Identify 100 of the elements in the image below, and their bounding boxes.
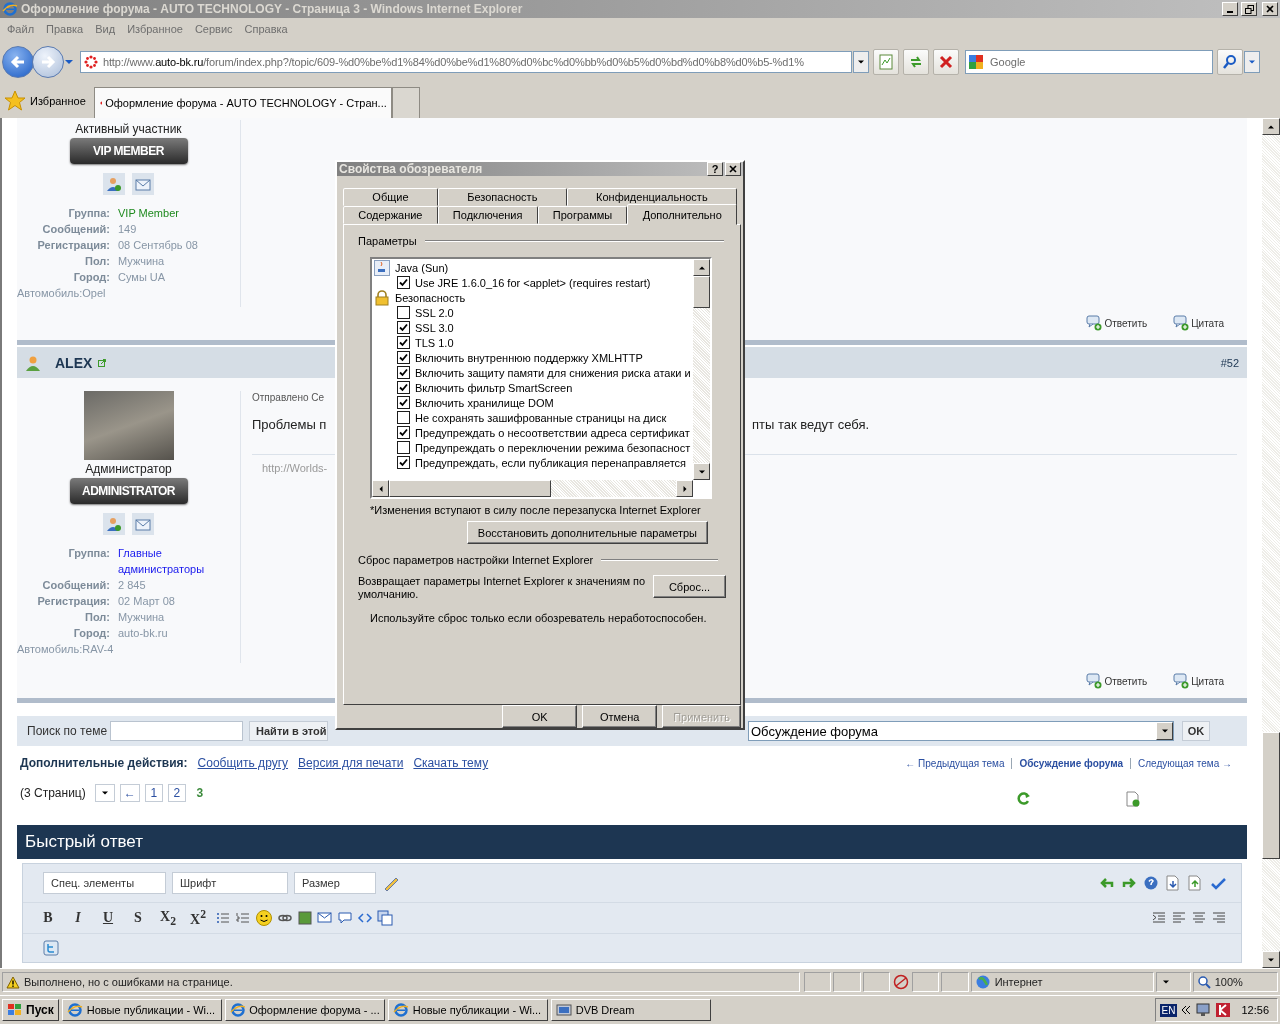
add-friend-button[interactable]	[103, 173, 125, 195]
new-tab-button[interactable]	[391, 87, 420, 118]
dialog-tab[interactable]: Подключения	[437, 206, 538, 224]
quote-button[interactable]: Цитата	[1173, 673, 1224, 689]
quote-bubble-icon[interactable]	[337, 910, 353, 926]
dialog-tab[interactable]: Общие	[343, 188, 438, 206]
editor-select[interactable]: Размер	[294, 872, 376, 894]
page-menu-button[interactable]	[94, 784, 115, 802]
checkbox[interactable]	[397, 456, 410, 469]
external-link-icon[interactable]	[98, 358, 107, 367]
scroll-left-button[interactable]	[372, 480, 389, 497]
checkbox[interactable]	[397, 321, 410, 334]
stop-button[interactable]	[933, 49, 959, 75]
topic-nav-link[interactable]: Следующая тема →	[1130, 757, 1239, 769]
refresh-button[interactable]	[903, 49, 929, 75]
taskbar-button[interactable]: DVB Dream	[550, 999, 711, 1021]
page-link[interactable]: 2	[167, 784, 186, 802]
go-button[interactable]: OK	[1182, 721, 1210, 741]
language-indicator[interactable]: EN	[1159, 1003, 1178, 1017]
chevron-left-icon[interactable]	[1181, 1005, 1192, 1015]
checkbox[interactable]	[397, 411, 410, 424]
editor-select[interactable]: Шрифт	[172, 872, 288, 894]
page-link[interactable]: 3	[190, 784, 209, 802]
restore-button[interactable]	[1241, 2, 1257, 16]
forum-select[interactable]: Обсуждение форума	[748, 721, 1174, 741]
network-monitor-icon[interactable]	[1195, 1002, 1212, 1018]
action-link[interactable]: Скачать тему	[413, 756, 489, 770]
start-button[interactable]: Пуск	[2, 999, 59, 1021]
image-icon[interactable]	[297, 910, 313, 926]
format-button[interactable]: X$_{2}$	[155, 906, 181, 930]
checkbox[interactable]	[397, 366, 410, 379]
search-button[interactable]	[1217, 49, 1243, 75]
dialog-tab[interactable]: Безопасность	[437, 188, 567, 206]
search-field[interactable]: Google	[965, 50, 1213, 74]
new-document-icon[interactable]	[1126, 791, 1140, 807]
upload-icon[interactable]	[1187, 875, 1203, 891]
reset-button[interactable]: Сброс...	[653, 575, 726, 598]
checkbox[interactable]	[397, 306, 410, 319]
align-center-icon[interactable]	[1191, 910, 1207, 926]
author-name[interactable]: ALEX	[55, 354, 93, 371]
quote-button[interactable]: Цитата	[1173, 315, 1224, 331]
menu-item[interactable]: Файл	[1, 23, 41, 35]
close-button[interactable]	[1262, 2, 1278, 16]
topic-nav-link[interactable]: Обсуждение форума	[1011, 757, 1131, 769]
favorites-button[interactable]: Избранное	[4, 84, 94, 118]
scroll-down-button[interactable]	[693, 463, 710, 480]
message-button[interactable]	[132, 513, 154, 535]
search-input[interactable]: Google	[988, 55, 1192, 69]
taskbar-button[interactable]: Новые публикации - Wi...	[387, 999, 548, 1021]
checkbox[interactable]	[397, 351, 410, 364]
scroll-up-button[interactable]	[1262, 118, 1280, 135]
align-right-icon[interactable]	[1211, 910, 1227, 926]
menu-item[interactable]: Вид	[89, 23, 122, 35]
editor-select[interactable]: Спец. элементы	[43, 872, 166, 894]
checkbox[interactable]	[397, 426, 410, 439]
scroll-right-button[interactable]	[676, 480, 693, 497]
scroll-up-button[interactable]	[693, 259, 710, 276]
smiley-icon[interactable]	[255, 909, 273, 927]
antivirus-k-icon[interactable]	[1215, 1002, 1232, 1018]
bulleted-list-icon[interactable]	[215, 910, 231, 926]
email-icon[interactable]	[317, 910, 333, 926]
format-button[interactable]: X$^{2}$	[185, 906, 211, 930]
download-icon[interactable]	[1165, 875, 1181, 891]
format-button[interactable]: S	[125, 906, 151, 930]
address-field[interactable]: http://www.auto-bk.ru/forum/index.php?/topic/609-%d0%be%d1%84%d0%be%d1%80%d0%bc%d0%bb%d0%b5%d0%bd%d0%b8%d0%b5-%d1%	[80, 51, 852, 73]
scrollbar[interactable]	[1262, 118, 1280, 968]
add-friend-button[interactable]	[103, 513, 125, 535]
scroll-thumb[interactable]	[693, 276, 710, 308]
checkbox[interactable]	[397, 276, 410, 289]
find-button[interactable]: Найти в этой	[249, 721, 329, 741]
back-button[interactable]	[2, 46, 34, 78]
checkbox[interactable]	[397, 396, 410, 409]
menu-item[interactable]: Избранное	[121, 23, 189, 35]
menu-item[interactable]: Сервис	[188, 23, 239, 35]
help-icon[interactable]	[1143, 875, 1159, 891]
browser-tab[interactable]: Оформление форума - AUTO TECHNOLOGY - Стран...	[93, 87, 392, 118]
format-button[interactable]: U	[95, 906, 121, 930]
format-button[interactable]: B	[35, 906, 61, 930]
checkbox[interactable]	[397, 381, 410, 394]
message-button[interactable]	[132, 173, 154, 195]
scroll-down-button[interactable]	[1262, 951, 1280, 968]
protected-mode-button[interactable]	[1156, 972, 1191, 992]
topic-nav-link[interactable]: ← Предыдущая тема	[898, 757, 1012, 769]
close-button[interactable]	[725, 162, 741, 176]
refresh-arrow-icon[interactable]	[1017, 791, 1031, 805]
reply-button[interactable]: Ответить	[1086, 673, 1148, 689]
dialog-button[interactable]: OK	[502, 705, 578, 728]
popup-blocked-icon[interactable]	[892, 974, 910, 990]
checkbox[interactable]	[397, 336, 410, 349]
restore-button[interactable]: Восстановить дополнительные параметры	[466, 521, 708, 544]
help-button[interactable]: ?	[707, 162, 723, 176]
twitter-bird-icon[interactable]	[43, 940, 59, 956]
minimize-button[interactable]	[1222, 2, 1238, 16]
action-link[interactable]: Сообщить другу	[197, 756, 289, 770]
scroll-thumb[interactable]	[1262, 732, 1280, 859]
action-link[interactable]: Версия для печати	[298, 756, 404, 770]
dialog-tab[interactable]: Содержание	[343, 206, 438, 224]
zoom-button[interactable]: 100%	[1192, 972, 1278, 992]
address-dropdown-button[interactable]	[853, 51, 869, 73]
page-link[interactable]: 1	[144, 784, 163, 802]
